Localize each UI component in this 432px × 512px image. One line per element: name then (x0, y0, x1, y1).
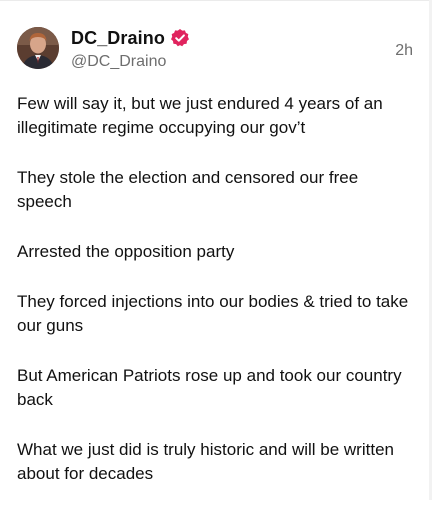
post-paragraph: They forced injections into our bodies &… (17, 292, 409, 335)
avatar-image-icon (17, 27, 59, 69)
post-paragraph: Few will say it, but we just endured 4 y… (17, 94, 383, 137)
post-paragraph: What we just did is truly historic and w… (17, 440, 394, 483)
post-paragraph: Arrested the opposition party (17, 242, 235, 261)
post-paragraph: They stole the election and censored our… (17, 168, 359, 211)
avatar[interactable] (17, 27, 59, 69)
post-card[interactable]: DC_Draino @DC_Draino 2h Few will say it,… (0, 0, 432, 500)
verified-badge-icon (170, 29, 189, 47)
author-names: DC_Draino @DC_Draino (71, 27, 190, 71)
display-name[interactable]: DC_Draino (71, 28, 165, 49)
post-paragraph: But American Patriots rose up and took o… (17, 366, 402, 409)
timestamp[interactable]: 2h (395, 42, 413, 60)
display-name-row: DC_Draino (71, 27, 190, 49)
handle[interactable]: @DC_Draino (71, 53, 190, 71)
post-header: DC_Draino @DC_Draino 2h (17, 27, 417, 75)
post-body: Few will say it, but we just endured 4 y… (17, 92, 417, 512)
